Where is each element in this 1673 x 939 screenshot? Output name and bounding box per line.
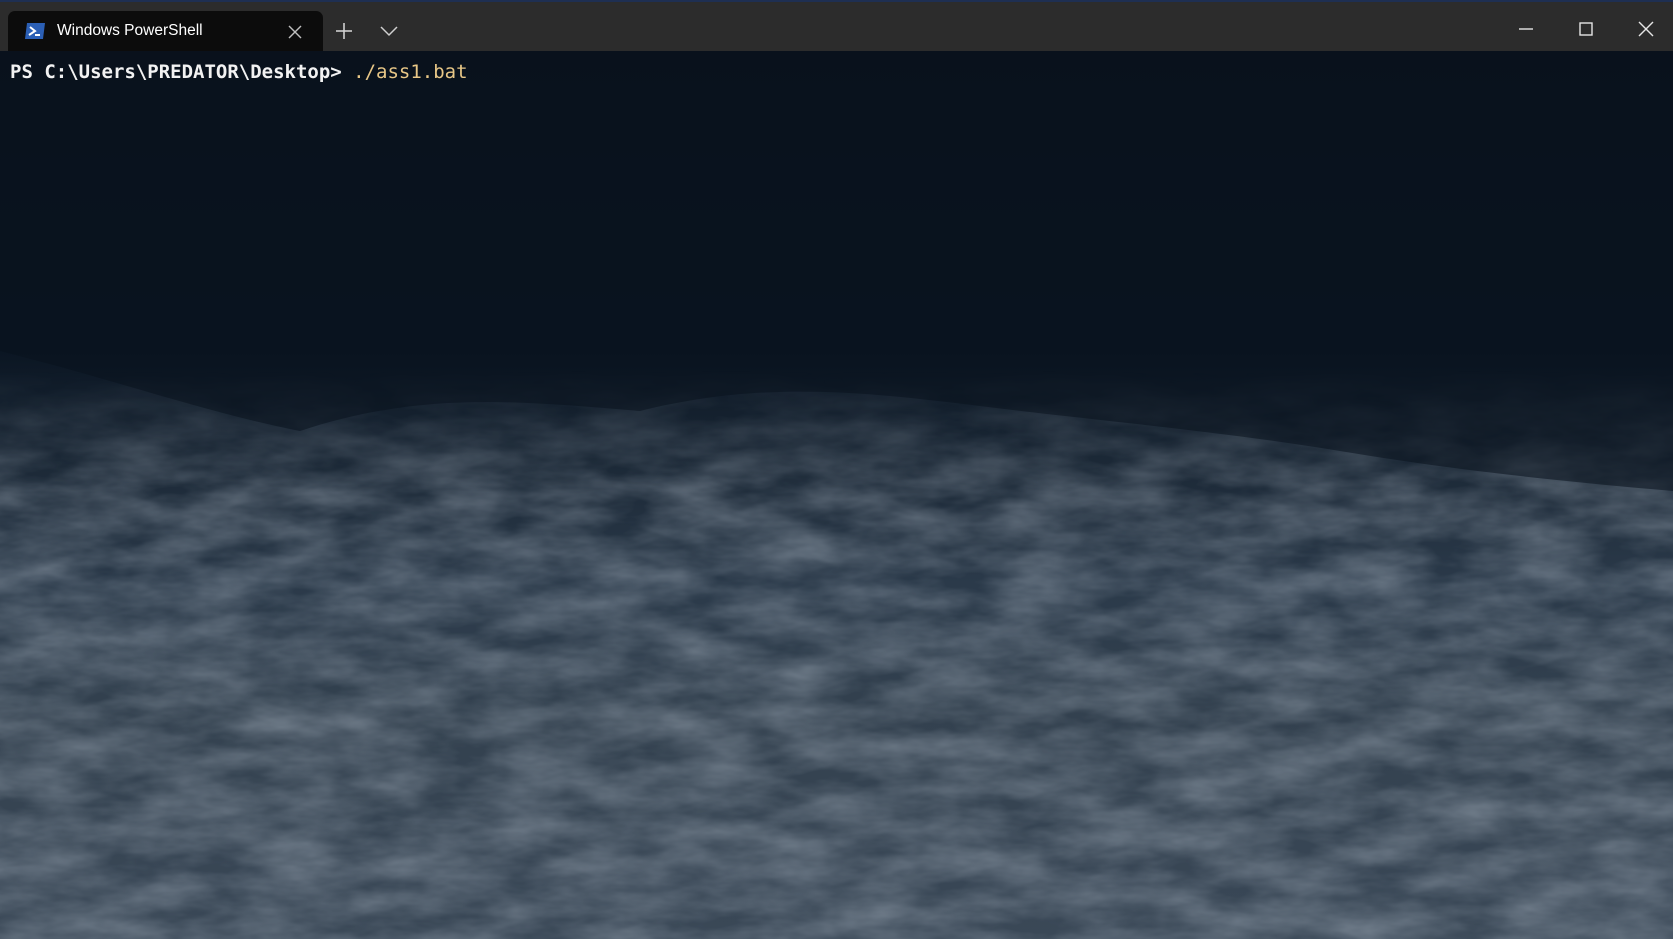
minimize-icon [1519,28,1533,30]
terminal-window: Windows PowerShell PS C:\Users\PREDATOR\… [0,0,1673,939]
maximize-button[interactable] [1571,14,1601,44]
tab-windows-powershell[interactable]: Windows PowerShell [8,11,323,53]
background-texture [0,51,1673,939]
tab-title: Windows PowerShell [57,22,203,39]
chevron-down-icon [380,26,398,37]
plus-icon [336,23,352,39]
command-text: ./ass1.bat [353,61,468,83]
new-tab-button[interactable] [333,20,355,42]
prompt-text: PS C:\Users\PREDATOR\Desktop> [10,61,354,83]
close-window-button[interactable] [1631,14,1661,44]
powershell-icon [24,22,46,40]
close-tab-icon[interactable] [286,23,304,41]
maximize-icon [1579,22,1593,36]
close-icon [1638,21,1654,37]
title-bar[interactable]: Windows PowerShell [0,0,1673,53]
terminal-area[interactable]: PS C:\Users\PREDATOR\Desktop> ./ass1.bat [0,51,1673,939]
tab-dropdown-button[interactable] [378,22,400,40]
prompt-line: PS C:\Users\PREDATOR\Desktop> ./ass1.bat [10,63,468,82]
minimize-button[interactable] [1511,14,1541,44]
